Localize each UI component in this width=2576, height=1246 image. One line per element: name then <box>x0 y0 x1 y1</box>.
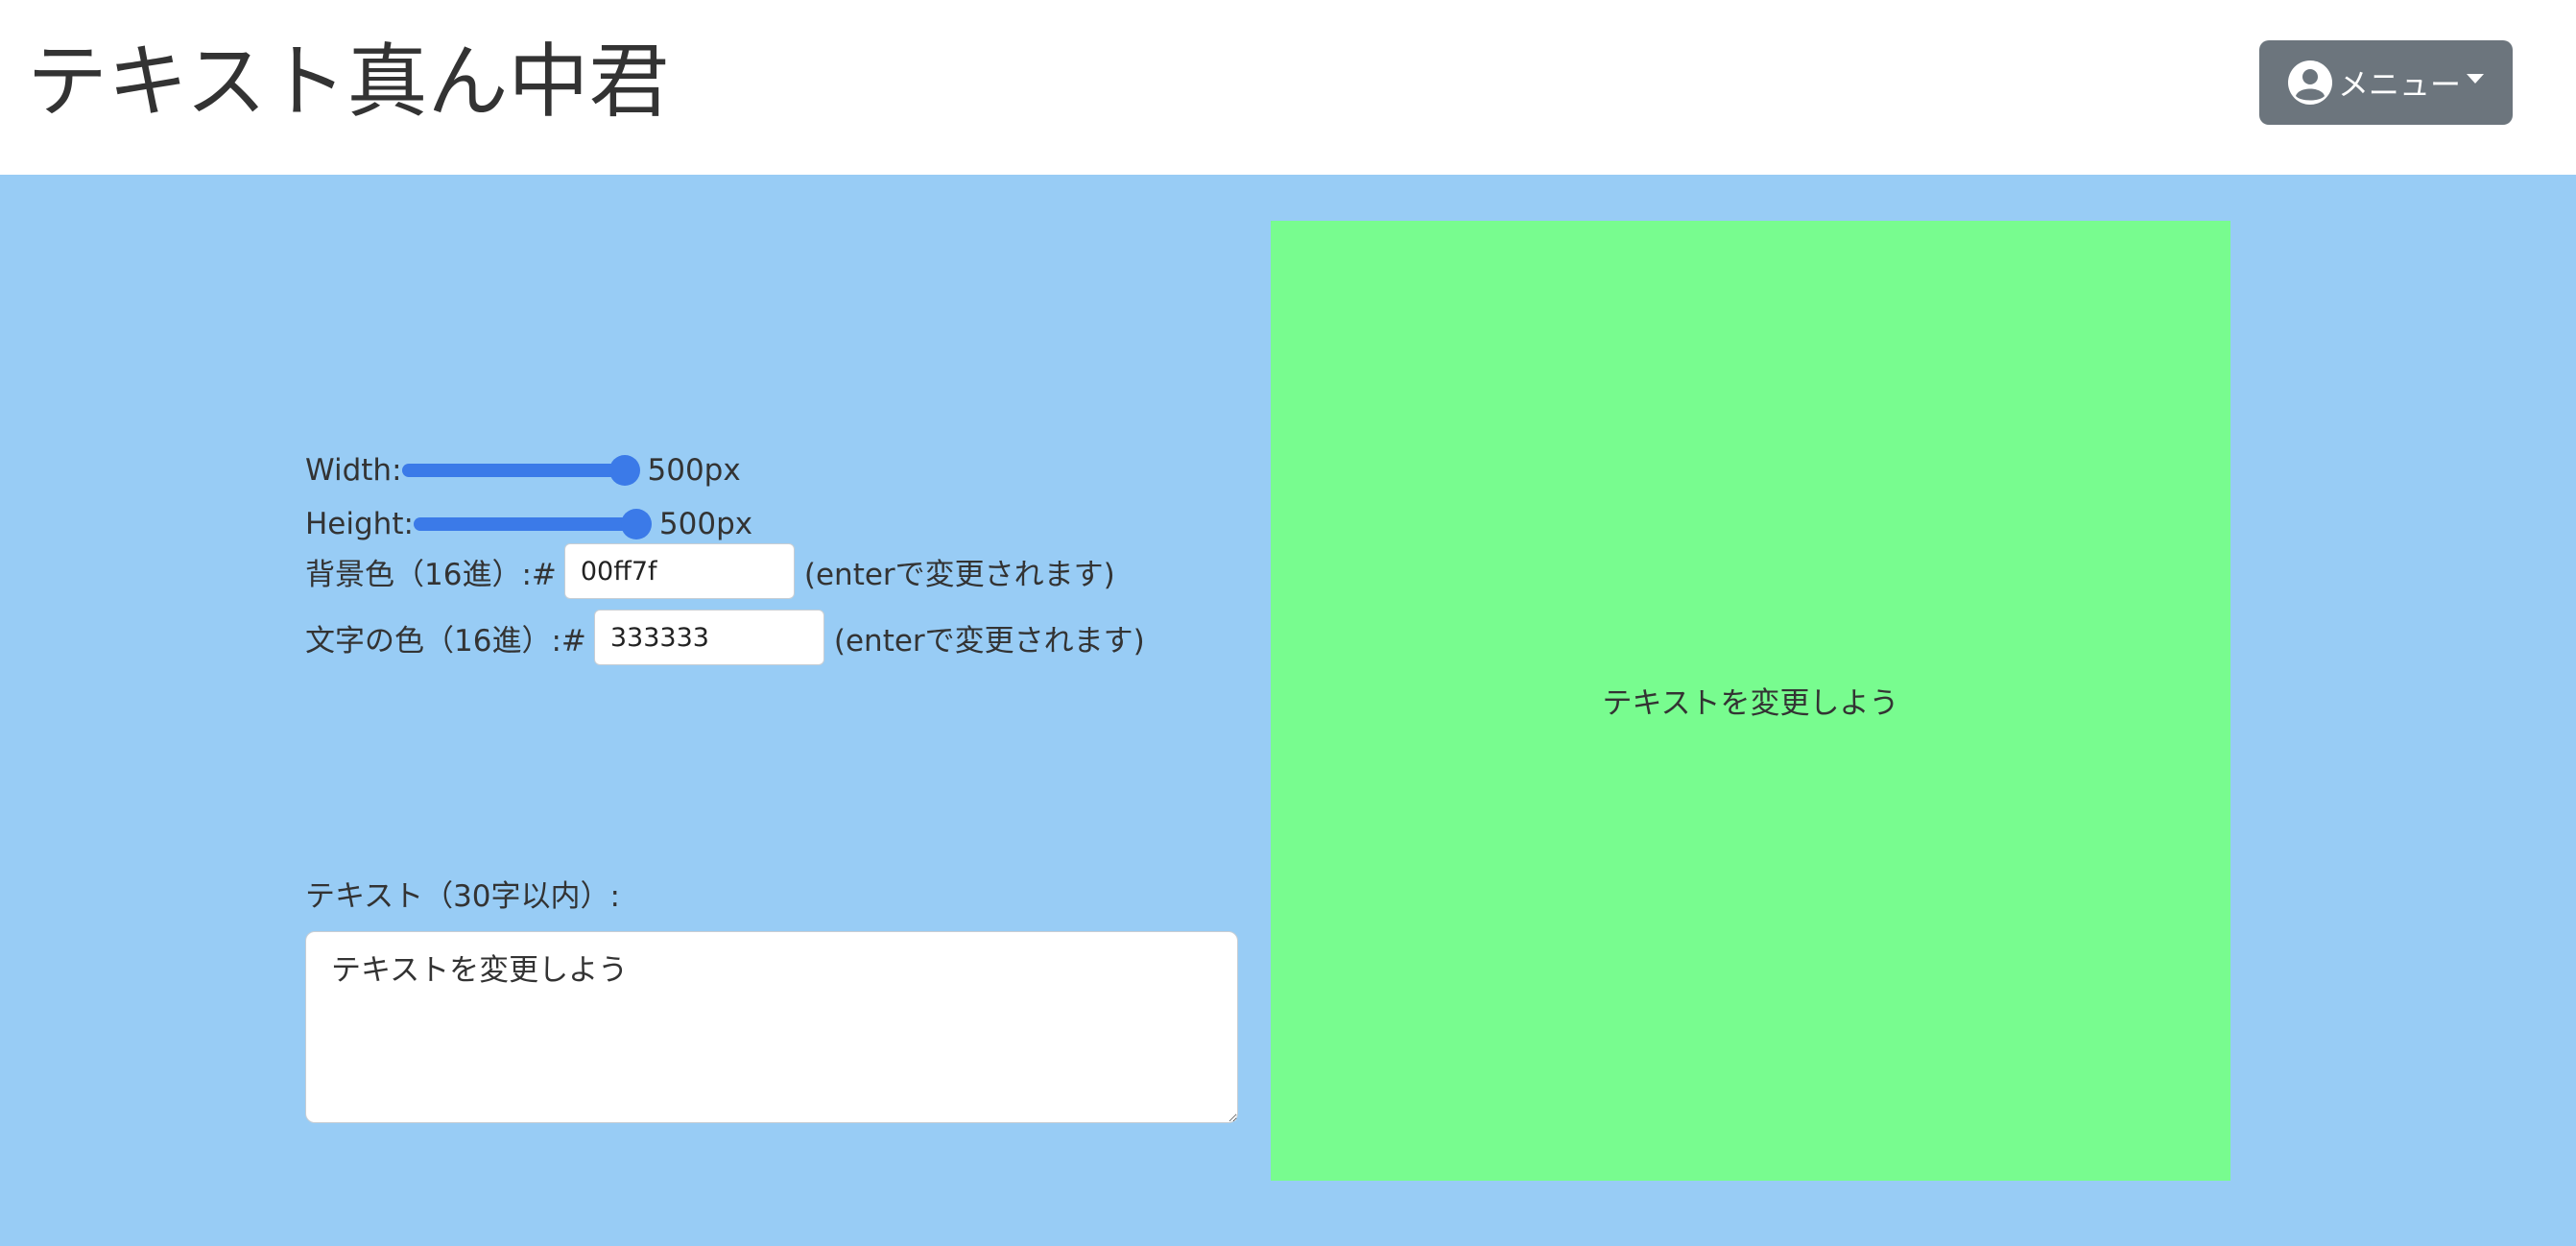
caret-down-icon <box>2467 74 2485 84</box>
text-input[interactable]: テキストを変更しよう <box>305 931 1238 1123</box>
menu-label: メニュー <box>2338 66 2462 103</box>
height-slider[interactable] <box>413 509 652 539</box>
text-label-row: テキスト（30字以内）: <box>305 872 620 915</box>
width-row: Width: 500px <box>305 453 741 488</box>
user-circle-icon <box>2288 60 2332 105</box>
preview-text: テキストを変更しよう <box>1602 685 1899 721</box>
height-value: 500px <box>658 507 753 541</box>
menu-dropdown-button[interactable]: メニュー <box>2259 40 2513 125</box>
bg-color-hint: (enterで変更されます) <box>803 557 1115 592</box>
main-area: Width: 500px Height: 500px 背景色（16進）:# (e… <box>0 175 2576 1246</box>
height-slider-track <box>413 517 648 531</box>
text-color-hint: (enterで変更されます) <box>833 623 1145 659</box>
width-value: 500px <box>647 453 741 488</box>
text-color-label: 文字の色（16進）:# <box>305 623 586 659</box>
top-header: テキスト真ん中君 メニュー <box>0 0 2576 175</box>
text-label: テキスト（30字以内）: <box>305 879 620 914</box>
bg-color-row: 背景色（16進）:# (enterで変更されます) <box>305 543 1115 599</box>
bg-color-label: 背景色（16進）:# <box>305 557 557 592</box>
bg-color-input[interactable] <box>563 543 795 599</box>
width-slider-thumb[interactable] <box>608 455 640 486</box>
height-label: Height: <box>305 507 414 541</box>
width-label: Width: <box>305 453 402 488</box>
text-color-row: 文字の色（16進）:# (enterで変更されます) <box>305 610 1145 665</box>
preview-box: テキストを変更しよう <box>1271 221 2230 1181</box>
height-row: Height: 500px <box>305 507 752 541</box>
width-slider-track <box>401 464 636 477</box>
height-slider-thumb[interactable] <box>620 509 652 539</box>
width-slider[interactable] <box>401 455 640 486</box>
text-color-input[interactable] <box>593 610 824 665</box>
app-title: テキスト真ん中君 <box>27 35 670 129</box>
